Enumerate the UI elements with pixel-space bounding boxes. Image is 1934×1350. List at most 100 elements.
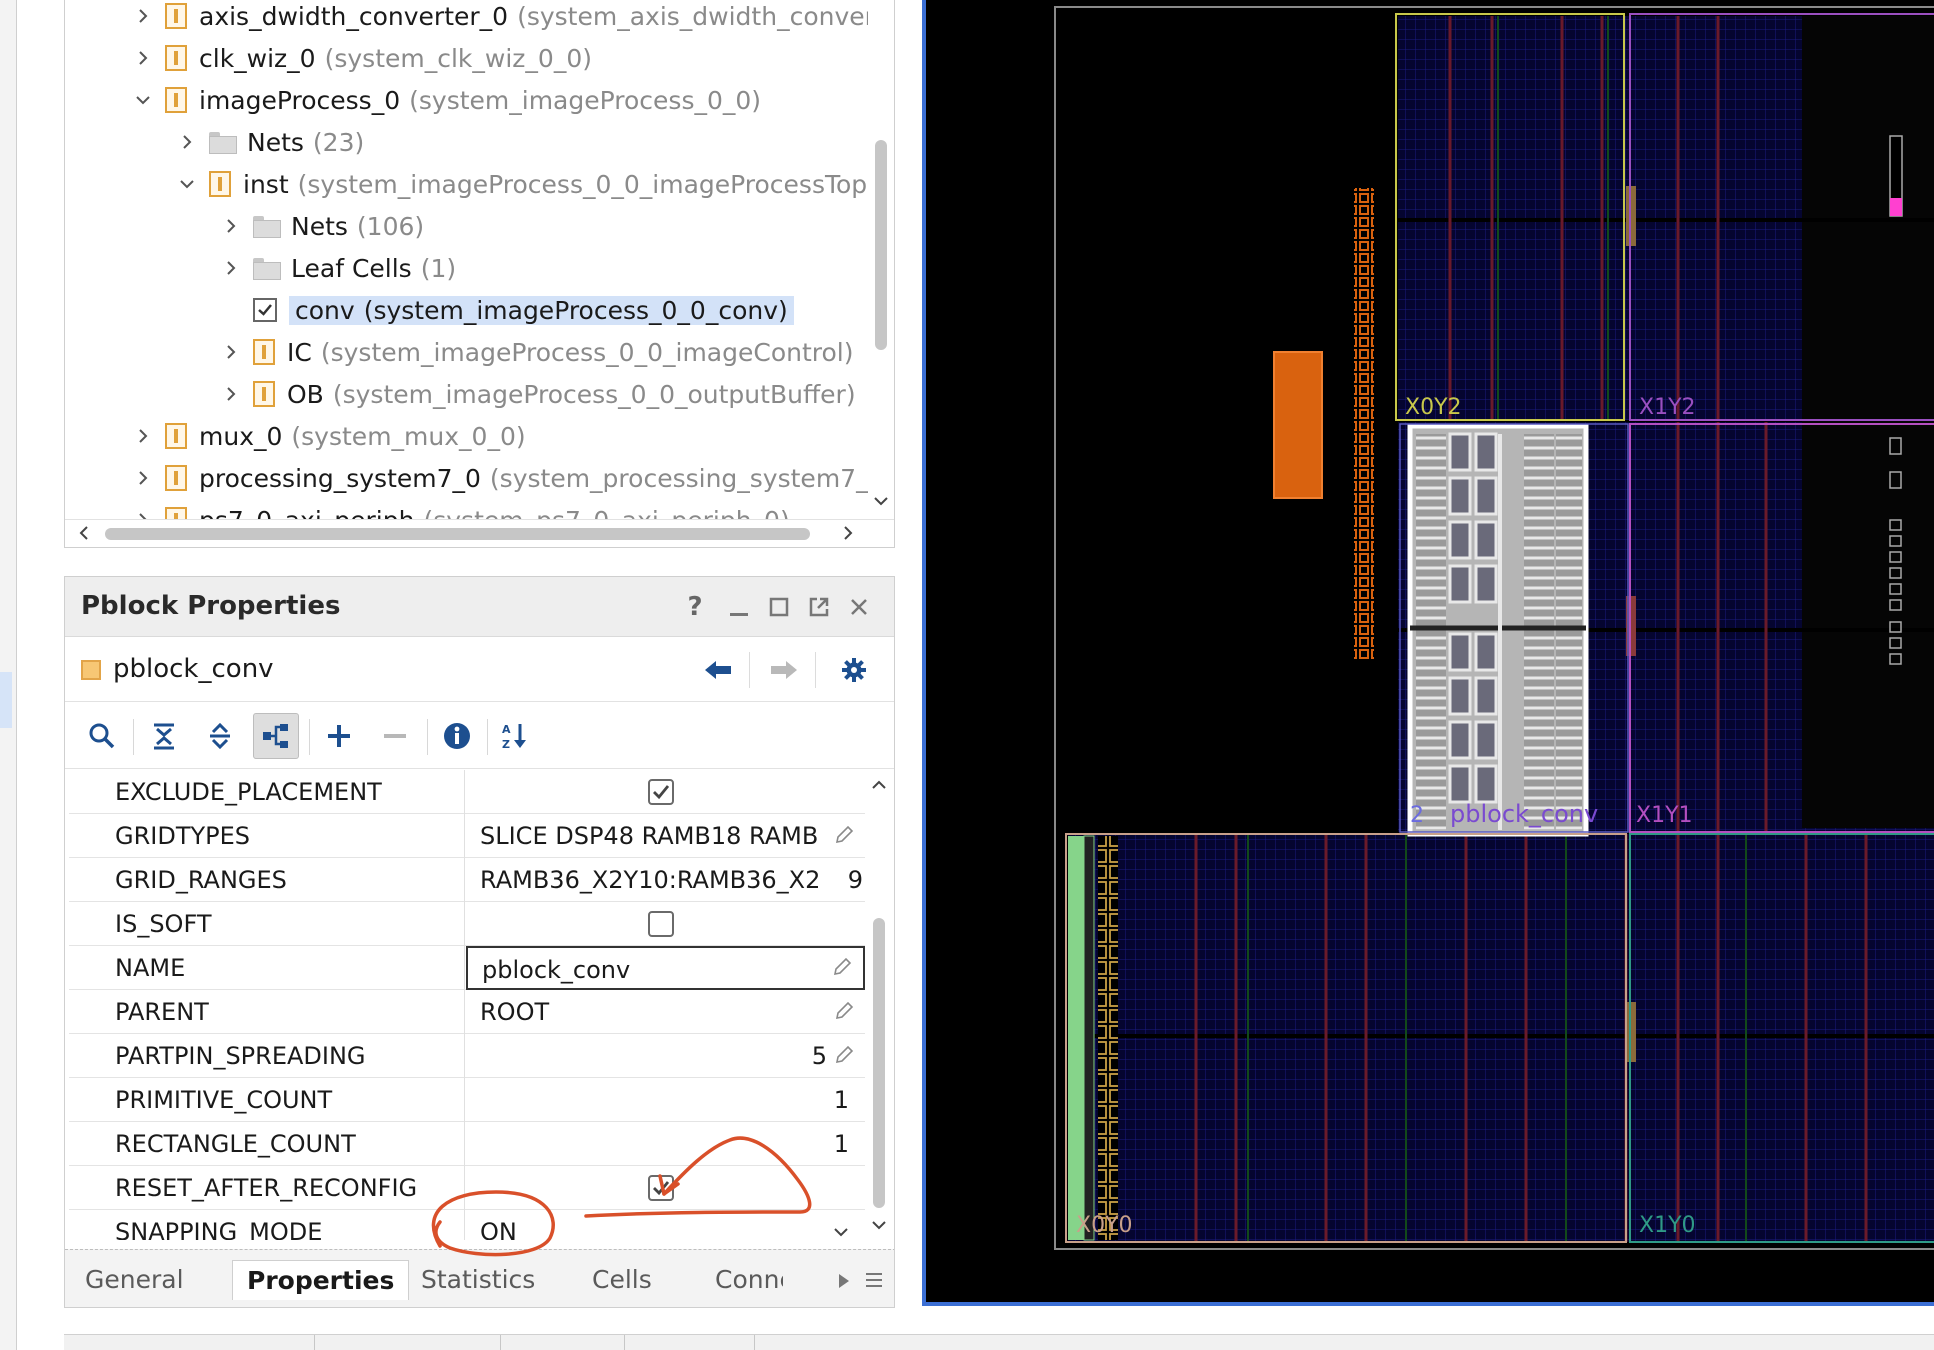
search-icon: [89, 723, 115, 749]
is-soft-checkbox[interactable]: [648, 911, 674, 937]
reset-after-reconfig-checkbox[interactable]: [648, 1175, 674, 1201]
cell-instance-icon: [165, 45, 187, 71]
netlist-horizontal-scrollbar[interactable]: [65, 519, 894, 547]
property-name: RESET_AFTER_RECONFIG: [69, 1166, 465, 1210]
tree-item-leaf-cells[interactable]: Leaf Cells (1): [219, 248, 456, 288]
scroll-left-icon[interactable]: [75, 524, 93, 542]
device-view[interactable]: X0Y2 X1Y2 X1Y1 X0Y0 X1Y0 2 pblock_conv: [922, 0, 1934, 1306]
chevron-right-icon[interactable]: [131, 424, 155, 448]
chevron-down-icon[interactable]: [131, 88, 155, 112]
tree-item-conv[interactable]: conv (system_imageProcess_0_0_conv): [219, 290, 794, 330]
tree-item-mux[interactable]: mux_0 (system_mux_0_0): [131, 416, 526, 456]
tab-cells[interactable]: Cells: [578, 1260, 666, 1300]
pblock-conv-rectangle[interactable]: [1407, 423, 1589, 837]
expand-all-button[interactable]: [197, 713, 243, 759]
tree-item-ob[interactable]: OB (system_imageProcess_0_0_outputBuffer…: [219, 374, 856, 414]
property-row[interactable]: PARENT ROOT: [69, 990, 865, 1034]
tab-statistics[interactable]: Statistics: [407, 1260, 549, 1300]
netlist-vertical-scrollbar[interactable]: [868, 0, 894, 520]
minimize-button[interactable]: [725, 593, 753, 621]
help-button[interactable]: ?: [681, 592, 709, 622]
properties-vertical-scrollbar[interactable]: [866, 770, 892, 1240]
tree-item-inst[interactable]: inst (system_imageProcess_0_0_imageProce…: [175, 164, 867, 204]
property-value-overflow: 9: [847, 866, 863, 894]
snapping-mode-dropdown[interactable]: ON: [466, 1210, 865, 1240]
name-edit-field[interactable]: pblock_conv: [466, 946, 865, 990]
caret-right-icon[interactable]: [836, 1272, 852, 1290]
netlist-vertical-scroll-thumb[interactable]: [875, 140, 887, 350]
settings-button[interactable]: [837, 654, 871, 686]
chevron-right-icon[interactable]: [131, 46, 155, 70]
add-property-button[interactable]: [316, 713, 362, 759]
scroll-up-icon[interactable]: [870, 776, 888, 794]
maximize-button[interactable]: [765, 593, 793, 621]
property-value[interactable]: [466, 902, 865, 946]
property-value[interactable]: ROOT: [466, 990, 865, 1034]
search-button[interactable]: [79, 713, 125, 759]
tree-item-ic[interactable]: IC (system_imageProcess_0_0_imageControl…: [219, 332, 854, 372]
tree-item-clk-wiz[interactable]: clk_wiz_0 (system_clk_wiz_0_0): [131, 38, 592, 78]
scroll-down-icon[interactable]: [870, 1216, 888, 1234]
property-value[interactable]: 5: [466, 1034, 865, 1078]
tree-item-module: (system_imageProcess_0_0_outputBuffer): [332, 379, 856, 409]
chevron-right-icon[interactable]: [219, 382, 243, 406]
chevron-down-icon[interactable]: [175, 172, 199, 196]
chevron-right-icon[interactable]: [219, 256, 243, 280]
collapse-all-button[interactable]: [141, 713, 187, 759]
tree-item-processing-system[interactable]: processing_system7_0 (system_processing_…: [131, 458, 869, 498]
forward-button[interactable]: [767, 654, 801, 686]
netlist-horizontal-scroll-thumb[interactable]: [105, 528, 810, 540]
selected-object-name: pblock_conv: [113, 654, 274, 684]
property-value[interactable]: RAMB36_X2Y10:RAMB36_X2 9: [466, 858, 865, 902]
scroll-down-icon[interactable]: [872, 492, 890, 510]
pencil-icon[interactable]: [833, 1044, 855, 1066]
property-value[interactable]: SLICE DSP48 RAMB18 RAMB: [466, 814, 865, 858]
tree-item-module: (system_mux_0_0): [291, 421, 526, 451]
chevron-right-icon[interactable]: [175, 130, 199, 154]
tab-connectivity[interactable]: Conne: [701, 1260, 783, 1300]
chevron-right-icon[interactable]: [219, 214, 243, 238]
float-button[interactable]: [805, 593, 833, 621]
exclude-placement-checkbox[interactable]: [648, 779, 674, 805]
property-row[interactable]: NAME pblock_conv: [69, 946, 865, 990]
device-canvas[interactable]: X0Y2 X1Y2 X1Y1 X0Y0 X1Y0 2 pblock_conv: [926, 0, 1934, 1306]
tree-item-inst-nets[interactable]: Nets (106): [219, 206, 424, 246]
property-row[interactable]: GRID_RANGES RAMB36_X2Y10:RAMB36_X2 9: [69, 858, 865, 902]
pencil-icon[interactable]: [833, 1000, 855, 1022]
property-value[interactable]: [466, 770, 865, 814]
scroll-right-icon[interactable]: [839, 524, 857, 542]
remove-property-button[interactable]: [372, 713, 418, 759]
chevron-right-icon[interactable]: [131, 4, 155, 28]
chevron-right-icon[interactable]: [219, 340, 243, 364]
pencil-icon[interactable]: [831, 956, 853, 978]
placed-cell-column: [1354, 188, 1374, 660]
property-row[interactable]: RECTANGLE_COUNT 1: [69, 1122, 865, 1166]
minimize-icon: [730, 613, 748, 616]
chevron-right-icon[interactable]: [131, 466, 155, 490]
property-row[interactable]: EXCLUDE_PLACEMENT: [69, 770, 865, 814]
pencil-icon[interactable]: [833, 824, 855, 846]
close-button[interactable]: [845, 593, 873, 621]
group-by-category-button[interactable]: [253, 713, 299, 759]
property-row[interactable]: IS_SOFT: [69, 902, 865, 946]
tree-item-imageprocess[interactable]: imageProcess_0 (system_imageProcess_0_0): [131, 80, 761, 120]
tree-item-nets[interactable]: Nets (23): [175, 122, 364, 162]
back-button[interactable]: [701, 654, 735, 686]
property-row[interactable]: RESET_AFTER_RECONFIG: [69, 1166, 865, 1210]
property-row[interactable]: GRIDTYPES SLICE DSP48 RAMB18 RAMB: [69, 814, 865, 858]
clock-region-label: X1Y0: [1639, 1213, 1696, 1238]
properties-vertical-scroll-thumb[interactable]: [873, 918, 885, 1208]
property-row[interactable]: PARTPIN_SPREADING 5: [69, 1034, 865, 1078]
menu-icon[interactable]: [864, 1270, 884, 1290]
property-row[interactable]: SNAPPING_MODE ON: [69, 1210, 865, 1240]
info-button[interactable]: [434, 713, 480, 759]
tree-item-axis-dwidth-converter[interactable]: axis_dwidth_converter_0 (system_axis_dwi…: [131, 0, 885, 36]
tab-general[interactable]: General: [71, 1260, 198, 1300]
tab-properties[interactable]: Properties: [232, 1260, 410, 1300]
property-value[interactable]: [466, 1166, 865, 1210]
selected-tree-item[interactable]: conv (system_imageProcess_0_0_conv): [289, 295, 794, 325]
sort-button[interactable]: AZ: [492, 713, 538, 759]
gear-icon: [842, 658, 866, 682]
property-row[interactable]: PRIMITIVE_COUNT 1: [69, 1078, 865, 1122]
chevron-down-icon[interactable]: [831, 1222, 851, 1240]
